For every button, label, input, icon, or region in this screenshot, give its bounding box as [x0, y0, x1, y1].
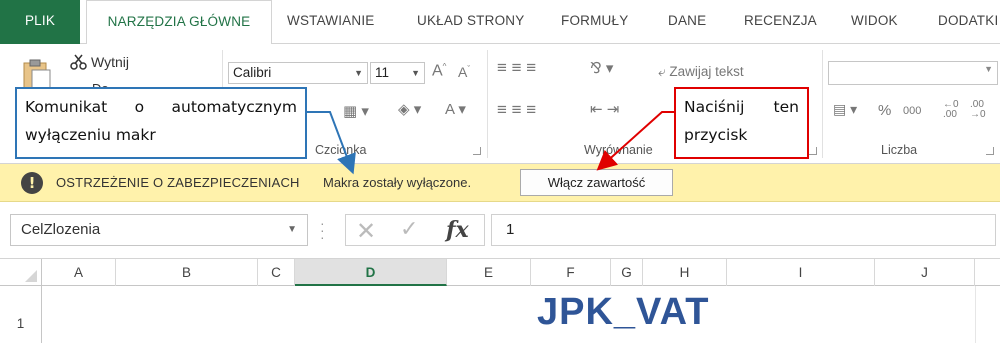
wrap-text-label: Zawijaj tekst	[669, 64, 744, 79]
shrink-font-icon[interactable]: Aˇ	[458, 64, 470, 80]
font-color-icon[interactable]: A ▾	[445, 100, 466, 118]
orientation-icon[interactable]: ⅋ ▾	[590, 59, 613, 77]
group-separator	[822, 50, 823, 158]
tab-page-layout[interactable]: UKŁAD STRONY	[417, 0, 524, 44]
group-separator	[487, 50, 488, 158]
align-top-icon[interactable]: ≡ ≡ ≡	[497, 58, 536, 78]
column-headers: A B C D E F G H I J	[0, 258, 1000, 286]
security-warning-bar: ! OSTRZEŻENIE O ZABEZPIECZENIACH Makra z…	[0, 164, 1000, 202]
name-box-value: CelZlozenia	[21, 221, 101, 238]
sheet-title-cell[interactable]: JPK_VAT	[537, 291, 709, 334]
column-header-g[interactable]: G	[611, 259, 643, 286]
name-box[interactable]: CelZlozenia ▼	[10, 214, 308, 246]
tab-addins[interactable]: DODATKI	[938, 0, 998, 44]
decrease-decimal-icon[interactable]: .00 →0	[970, 100, 986, 120]
wrap-text-icon: ⤶	[658, 64, 666, 79]
cut-button[interactable]: Wytnij	[70, 54, 129, 70]
chevron-down-icon: ▼	[984, 64, 993, 74]
security-warning-message: Makra zostały wyłączone.	[323, 175, 472, 190]
press-button-callout: Naciśnij ten przycisk	[674, 87, 809, 159]
callout-text-line: Komunikat o automatycznym	[25, 98, 297, 116]
scissors-icon	[70, 54, 87, 70]
grid-line	[975, 286, 976, 343]
formula-bar-grip-icon[interactable]: · · ·	[320, 216, 325, 244]
callout-text-line: przycisk	[684, 126, 748, 144]
tab-review[interactable]: RECENZJA	[744, 0, 817, 44]
decrease-indent-icon[interactable]: ⇤ ⇥	[590, 100, 619, 118]
column-header-h[interactable]: H	[643, 259, 727, 286]
row-header-1[interactable]: 1	[0, 286, 42, 343]
borders-icon[interactable]: ▦ ▾	[343, 102, 369, 120]
column-header-d[interactable]: D	[295, 259, 447, 286]
column-header-j[interactable]: J	[875, 259, 975, 286]
accounting-format-icon[interactable]: ▤ ▾	[833, 101, 857, 118]
comma-style-button[interactable]: 000	[903, 105, 921, 117]
select-all-button[interactable]	[0, 259, 42, 286]
column-header-a[interactable]: A	[42, 259, 116, 286]
number-format-combo[interactable]: ▼	[828, 61, 998, 85]
alignment-group-label: Wyrównanie	[584, 143, 653, 157]
font-size-value: 11	[375, 65, 390, 80]
cut-label: Wytnij	[91, 54, 129, 70]
callout-text-line: wyłączeniu makr	[25, 126, 156, 144]
tab-data[interactable]: DANE	[668, 0, 706, 44]
tab-formulas[interactable]: FORMUŁY	[561, 0, 628, 44]
tab-file[interactable]: PLIK	[0, 0, 80, 44]
column-header-b[interactable]: B	[116, 259, 258, 286]
dialog-launcher-icon[interactable]	[473, 147, 481, 155]
grow-font-icon[interactable]: A^	[432, 62, 446, 80]
formula-bar: CelZlozenia ▼ · · · ✕ ✓ fx 1	[0, 202, 1000, 258]
enable-content-button[interactable]: Włącz zawartość	[520, 169, 673, 196]
warning-icon: !	[21, 172, 43, 194]
callout-text-line: Naciśnij ten	[684, 98, 799, 116]
formula-buttons: ✕ ✓ fx	[345, 214, 485, 246]
font-size-combo[interactable]: 11 ▼	[370, 62, 425, 84]
align-left-icon[interactable]: ≡ ≡ ≡	[497, 100, 536, 120]
column-header-e[interactable]: E	[447, 259, 531, 286]
column-header-i[interactable]: I	[727, 259, 875, 286]
tab-home[interactable]: NARZĘDZIA GŁÓWNE	[86, 0, 272, 45]
cancel-icon[interactable]: ✕	[356, 217, 376, 245]
tab-view[interactable]: WIDOK	[851, 0, 898, 44]
tab-insert[interactable]: WSTAWIANIE	[287, 0, 375, 44]
ribbon-tabs: PLIK NARZĘDZIA GŁÓWNE WSTAWIANIE UKŁAD S…	[0, 0, 1000, 45]
formula-input[interactable]: 1	[491, 214, 996, 246]
font-name-combo[interactable]: Calibri ▼	[228, 62, 368, 84]
percent-style-button[interactable]: %	[878, 102, 891, 119]
check-icon[interactable]: ✓	[400, 217, 418, 242]
font-name-value: Calibri	[233, 65, 272, 80]
dialog-launcher-icon[interactable]	[986, 147, 994, 155]
number-group-label: Liczba	[881, 143, 918, 157]
wrap-text-button[interactable]: ⤶ Zawijaj tekst	[658, 64, 744, 80]
column-header-c[interactable]: C	[258, 259, 295, 286]
increase-decimal-icon[interactable]: ←0.00	[943, 100, 959, 120]
fill-color-icon[interactable]: ◈ ▾	[398, 100, 421, 118]
security-warning-title: OSTRZEŻENIE O ZABEZPIECZENIACH	[56, 175, 300, 190]
macro-warning-callout: Komunikat o automatycznym wyłączeniu mak…	[15, 87, 307, 159]
column-header-f[interactable]: F	[531, 259, 611, 286]
insert-function-icon[interactable]: fx	[446, 217, 469, 243]
chevron-down-icon: ▼	[411, 68, 420, 78]
chevron-down-icon: ▼	[287, 224, 297, 235]
chevron-down-icon: ▼	[354, 68, 363, 78]
dialog-launcher-icon[interactable]	[809, 147, 817, 155]
font-group-label: Czcionka	[315, 143, 367, 157]
